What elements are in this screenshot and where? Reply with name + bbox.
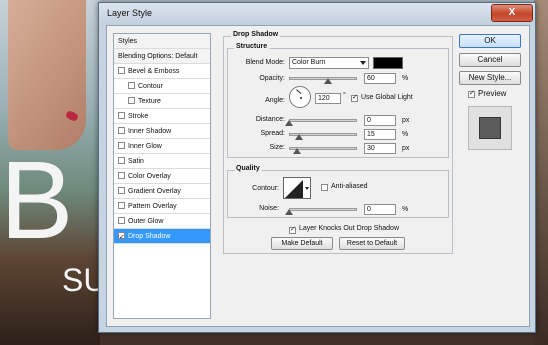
noise-slider[interactable] (289, 208, 357, 211)
inner-shadow-checkbox[interactable] (118, 127, 125, 134)
styles-list: Styles Blending Options: Default Bevel &… (113, 33, 211, 319)
style-preview-box (468, 106, 512, 150)
chevron-down-icon (360, 61, 366, 65)
spread-input[interactable]: 15 (364, 129, 396, 140)
layer-knocks-out-label: Layer Knocks Out Drop Shadow (299, 225, 399, 232)
dialog-client-area: Styles Blending Options: Default Bevel &… (106, 25, 530, 327)
size-label: Size: (269, 144, 285, 151)
style-item-texture[interactable]: Texture (114, 94, 210, 109)
spread-label: Spread: (260, 130, 285, 137)
angle-label: Angle: (265, 97, 285, 104)
distance-input[interactable]: 0 (364, 115, 396, 126)
styles-header[interactable]: Styles (114, 34, 210, 49)
make-default-button[interactable]: Make Default (271, 237, 333, 250)
cancel-button[interactable]: Cancel (459, 53, 521, 67)
close-button[interactable]: X (491, 4, 533, 22)
contour-curve-icon (285, 180, 303, 198)
blend-mode-label: Blend Mode: (245, 59, 285, 66)
layer-knocks-out-checkbox[interactable] (289, 225, 296, 234)
outer-glow-checkbox[interactable] (118, 217, 125, 224)
shadow-color-swatch[interactable] (373, 57, 403, 69)
noise-slider-thumb[interactable] (285, 209, 293, 215)
angle-input[interactable]: 120 (315, 93, 341, 104)
distance-label: Distance: (255, 116, 285, 123)
contour-label: Contour: (252, 185, 279, 192)
drop-shadow-title: Drop Shadow (231, 31, 281, 38)
satin-checkbox[interactable] (118, 157, 125, 164)
style-item-drop-shadow[interactable]: Drop Shadow (114, 229, 210, 245)
preview-checkbox[interactable] (468, 89, 475, 98)
style-item-bevel-emboss[interactable]: Bevel & Emboss (114, 64, 210, 79)
style-item-stroke[interactable]: Stroke (114, 109, 210, 124)
chevron-down-icon (305, 187, 309, 190)
opacity-slider-thumb[interactable] (324, 78, 332, 84)
style-item-gradient-overlay[interactable]: Gradient Overlay (114, 184, 210, 199)
use-global-light-checkbox[interactable] (351, 93, 358, 102)
opacity-unit: % (402, 75, 409, 82)
opacity-label: Opacity: (259, 75, 285, 82)
style-item-pattern-overlay[interactable]: Pattern Overlay (114, 199, 210, 214)
distance-unit: px (402, 117, 410, 124)
opacity-slider[interactable] (289, 77, 357, 80)
preview-label: Preview (478, 89, 507, 98)
style-item-inner-shadow[interactable]: Inner Shadow (114, 124, 210, 139)
blending-options-item[interactable]: Blending Options: Default (114, 49, 210, 64)
background-letters-su: SU (62, 262, 107, 298)
title-bar[interactable]: Layer Style X (99, 3, 535, 25)
spread-slider-thumb[interactable] (295, 134, 303, 140)
angle-unit: ° (343, 92, 346, 99)
layer-style-dialog: Layer Style X Styles Blending Options: D… (98, 2, 536, 333)
angle-dial[interactable] (289, 86, 311, 108)
size-input[interactable]: 30 (364, 143, 396, 154)
reset-to-default-button[interactable]: Reset to Default (339, 237, 405, 250)
distance-slider[interactable] (289, 119, 357, 122)
spread-unit: % (402, 131, 409, 138)
quality-title: Quality (234, 165, 262, 172)
distance-slider-thumb[interactable] (285, 120, 293, 126)
blend-mode-select[interactable]: Color Burn (289, 57, 369, 69)
background-figure (8, 0, 86, 150)
style-item-color-overlay[interactable]: Color Overlay (114, 169, 210, 184)
use-global-light-label: Use Global Light (361, 94, 413, 101)
style-item-inner-glow[interactable]: Inner Glow (114, 139, 210, 154)
size-unit: px (402, 145, 410, 152)
inner-glow-checkbox[interactable] (118, 142, 125, 149)
style-item-contour[interactable]: Contour (114, 79, 210, 94)
size-slider-thumb[interactable] (293, 148, 301, 154)
bevel-emboss-checkbox[interactable] (118, 67, 125, 74)
color-overlay-checkbox[interactable] (118, 172, 125, 179)
style-item-outer-glow[interactable]: Outer Glow (114, 214, 210, 229)
noise-label: Noise: (259, 205, 279, 212)
drop-shadow-checkbox[interactable] (118, 230, 125, 245)
dialog-title: Layer Style (107, 8, 153, 18)
contour-checkbox[interactable] (128, 82, 135, 89)
gradient-overlay-checkbox[interactable] (118, 187, 125, 194)
pattern-overlay-checkbox[interactable] (118, 202, 125, 209)
texture-checkbox[interactable] (128, 97, 135, 104)
preview-swatch (479, 117, 501, 139)
anti-aliased-checkbox[interactable] (321, 184, 328, 191)
background-letter-b: B (0, 139, 74, 262)
stroke-checkbox[interactable] (118, 112, 125, 119)
structure-title: Structure (234, 43, 270, 50)
contour-picker[interactable] (283, 177, 311, 199)
style-item-satin[interactable]: Satin (114, 154, 210, 169)
anti-aliased-label: Anti-aliased (331, 183, 368, 190)
new-style-button[interactable]: New Style... (459, 71, 521, 85)
opacity-input[interactable]: 60 (364, 73, 396, 84)
noise-unit: % (402, 206, 409, 213)
background-photo-right (534, 0, 548, 345)
noise-input[interactable]: 0 (364, 204, 396, 215)
ok-button[interactable]: OK (459, 34, 521, 48)
